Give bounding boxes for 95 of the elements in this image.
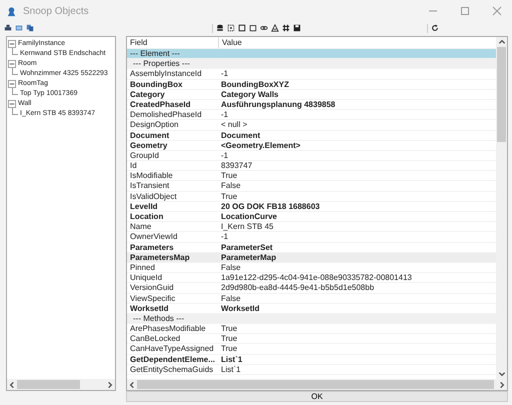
field-name: Document [129,130,170,140]
group-header: --- Methods --- [132,314,186,324]
field-name: Location [129,212,164,222]
copy-icon[interactable] [26,24,34,32]
close-icon[interactable] [492,6,502,16]
square-icon[interactable] [238,24,246,32]
collapse-icon[interactable] [8,100,16,108]
app-icon [6,6,17,16]
column-header[interactable]: Value [219,37,496,48]
field-value: LocationCurve [220,212,278,222]
maximize-icon[interactable] [460,6,470,16]
field-value: < null > [220,120,248,130]
field-name: CanBeLocked [129,334,182,344]
field-name: ViewSpecific [129,294,176,303]
field-name: GetEntitySchemaGuids [129,364,214,374]
triangle-icon[interactable] [271,24,279,32]
field-value: Category Walls [220,90,280,99]
field-value: List`1 [220,354,244,364]
field-name: Parameters [129,242,175,252]
field-name: IsValidObject [129,192,178,201]
save-icon[interactable] [293,24,301,32]
field-value: True [220,344,238,354]
field-value: 1a91e122-d295-4c04-941e-088e90335782-00801413 [220,273,413,282]
field-name: DemolishedPhaseId [129,110,203,120]
refresh-icon[interactable] [431,24,439,32]
field-name: Geometry [129,140,168,150]
field-name: OwnerViewId [129,232,178,242]
collapse-icon[interactable] [8,40,16,48]
field-value: Document [220,130,262,140]
square-icon[interactable] [249,24,257,32]
scroll-thumb[interactable] [497,47,506,142]
printer-icon[interactable] [4,24,12,32]
field-value: WorksetId [220,304,261,313]
field-value: BoundingBoxXYZ [220,80,290,89]
link-icon[interactable] [260,24,268,32]
field-value: -1 [220,69,230,79]
field-name: IsModifiable [129,171,174,180]
field-value: True [220,171,238,180]
collapse-icon[interactable] [8,60,16,68]
field-value: False [220,294,242,303]
field-value: False [220,262,242,272]
field-value: 20 OG DOK FB18 1688603 [220,202,321,211]
field-name: Pinned [129,262,156,272]
horizontal-scrollbar[interactable] [7,379,115,390]
field-value: True [220,324,238,334]
field-value: I_Kern STB 45 [220,222,274,232]
field-name: WorksetId [129,304,170,313]
field-value: 2d9d980b-ea8d-4445-9e41-b5b5d1e508bb [220,283,376,292]
field-name: ParametersMap [129,252,191,262]
field-name: LevelId [129,202,159,211]
group-header: --- Properties --- [132,59,191,68]
field-value: Ausführungsplanung 4839858 [220,100,336,110]
field-name: VersionGuid [129,283,175,292]
scroll-left-icon[interactable] [8,380,16,388]
field-name: AssemblyInstanceId [129,69,203,79]
grid-icon[interactable] [282,24,290,32]
field-value: List`1 [220,364,242,374]
field-value: False [220,181,242,191]
field-name: IsTransient [129,181,170,191]
field-name: Category [129,90,166,99]
column-header[interactable]: Field [127,37,219,48]
scroll-left-icon[interactable] [128,380,136,388]
field-name: BoundingBox [129,80,184,89]
window-icon[interactable] [15,24,23,32]
field-value: True [220,334,238,344]
scroll-down-icon[interactable] [498,370,506,378]
field-name: UniqueId [129,273,164,282]
field-value: -1 [220,232,230,242]
field-name: ArePhasesModifiable [129,324,207,334]
field-value: <Geometry.Element> [220,140,302,150]
field-name: GetDependentEleme... [129,354,216,364]
scroll-right-icon[interactable] [498,380,506,388]
field-value: ParameterMap [220,252,278,262]
collapse-icon[interactable] [8,80,16,88]
scroll-thumb[interactable] [137,380,494,389]
field-name: DesignOption [129,120,180,130]
field-value: 8393747 [220,161,254,170]
horizontal-scrollbar[interactable] [127,379,507,390]
field-name: GroupId [129,150,160,160]
scroll-up-icon[interactable] [498,38,506,46]
vertical-scrollbar[interactable] [496,37,507,379]
field-name: Name [129,222,152,232]
ok-button[interactable]: OK [126,391,508,402]
selection-icon[interactable] [227,24,235,32]
field-value: True [220,192,238,201]
field-value: ParameterSet [220,242,274,252]
field-name: Id [129,161,138,170]
field-name: CreatedPhaseId [129,100,192,110]
scroll-thumb[interactable] [17,380,80,389]
scroll-right-icon[interactable] [106,380,114,388]
database-icon[interactable] [216,24,224,32]
field-value: -1 [220,150,230,160]
field-name: CanHaveTypeAssigned [129,344,215,354]
window-title: Snoop Objects [23,6,89,16]
field-value: -1 [220,110,228,120]
